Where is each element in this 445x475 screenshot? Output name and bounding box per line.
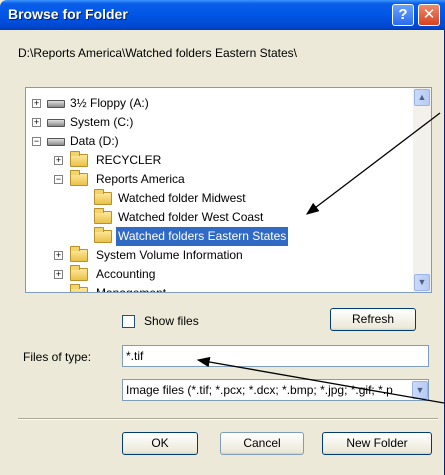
ok-button[interactable]: OK [122,432,198,455]
tree-item-label: RECYCLER [96,153,162,167]
tree-item-label: Management [96,284,166,292]
folder-tree-content: + 3½ Floppy (A:) + System (C:) − Data (D… [26,88,413,292]
browse-for-folder-dialog: Browse for Folder ? ✕ D:\Reports America… [0,0,445,475]
expand-icon[interactable]: + [32,118,41,127]
dialog-title: Browse for Folder [8,6,128,22]
refresh-button[interactable]: Refresh [330,308,416,331]
tree-item-label-selected: Watched folders Eastern States [116,227,289,246]
folder-icon [70,284,88,292]
collapse-icon[interactable]: − [32,137,41,146]
tree-item-label: 3½ Floppy (A:) [70,96,149,110]
divider [18,418,438,420]
tree-item-label: Reports America [96,172,185,186]
new-folder-button[interactable]: New Folder [322,432,432,455]
tree-vertical-scrollbar[interactable]: ▲ ▼ [413,88,431,292]
cancel-button[interactable]: Cancel [220,432,304,455]
tree-item-label: Watched folder Midwest [118,191,246,205]
folder-icon [70,246,88,262]
expand-icon[interactable]: + [54,156,63,165]
scroll-up-arrow-icon[interactable]: ▲ [414,89,430,106]
help-button[interactable]: ? [392,4,414,26]
tree-item-label: Watched folder West Coast [118,210,264,224]
folder-tree[interactable]: + 3½ Floppy (A:) + System (C:) − Data (D… [25,87,432,293]
selected-path-label: D:\Reports America\Watched folders Easte… [18,46,298,60]
file-type-filter-select[interactable]: Image files (*.tif; *.pcx; *.dcx; *.bmp;… [122,379,429,401]
file-type-filter-value: Image files (*.tif; *.pcx; *.dcx; *.bmp;… [126,383,393,397]
tree-item-label: System (C:) [70,115,134,129]
expand-icon[interactable]: + [54,251,63,260]
expand-icon[interactable]: + [32,99,41,108]
tree-item-label: Data (D:) [70,134,119,148]
files-of-type-input[interactable] [122,345,429,367]
title-bar[interactable]: Browse for Folder ? ✕ [0,0,445,30]
tree-item-label: Accounting [96,267,156,281]
open-folder-icon [94,227,112,243]
folder-icon [94,189,112,205]
hard-drive-icon [47,119,65,127]
files-of-type-label: Files of type: [23,350,92,364]
expand-icon[interactable]: + [54,270,63,279]
folder-icon [94,208,112,224]
folder-icon [70,170,88,186]
show-files-label: Show files [144,314,199,328]
hard-drive-icon [47,138,65,146]
show-files-checkbox[interactable] [122,315,135,328]
collapse-icon[interactable]: − [54,175,63,184]
dropdown-arrow-icon[interactable]: ▼ [412,381,428,399]
floppy-drive-icon [47,100,65,108]
scroll-down-arrow-icon[interactable]: ▼ [414,274,430,291]
close-button[interactable]: ✕ [418,4,440,26]
folder-icon [70,151,88,167]
tree-item-label: System Volume Information [96,248,243,262]
folder-icon [70,265,88,281]
